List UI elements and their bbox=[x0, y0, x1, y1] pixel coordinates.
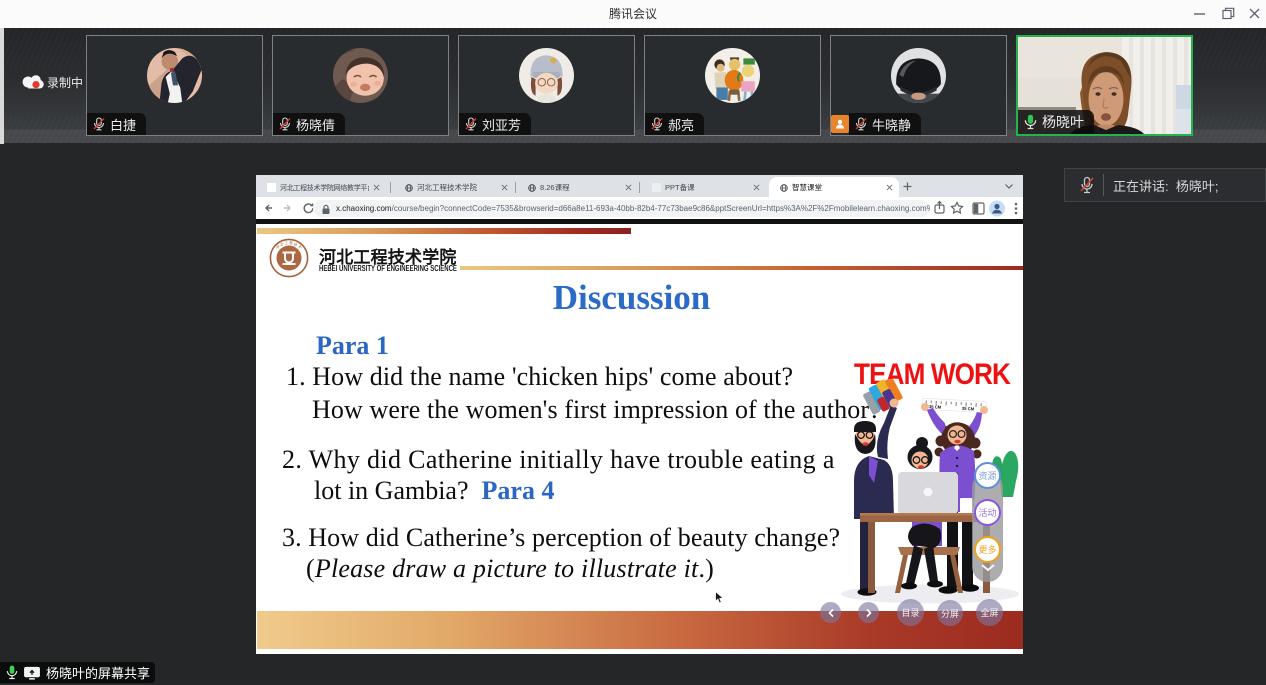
svg-text:35 CM: 35 CM bbox=[962, 406, 975, 412]
